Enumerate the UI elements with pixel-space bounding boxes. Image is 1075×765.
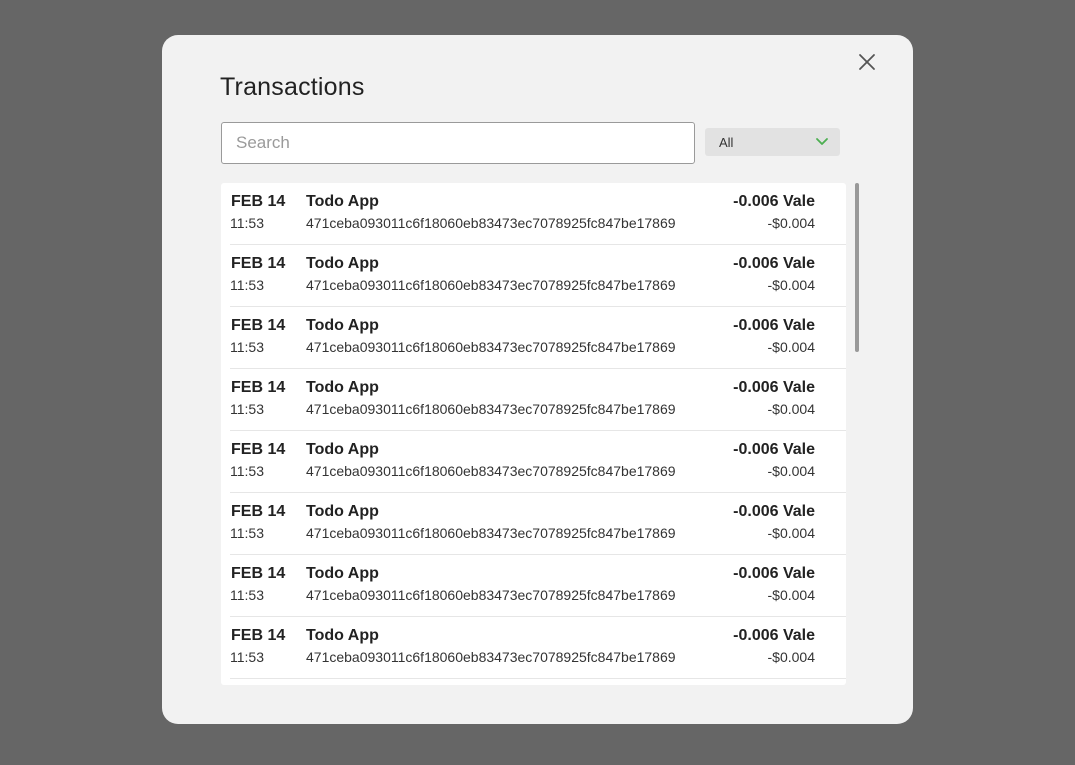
transaction-app-name: Todo App xyxy=(306,317,379,334)
transaction-fiat-amount: -$0.004 xyxy=(767,587,815,603)
transaction-time: 11:53 xyxy=(230,587,264,603)
transaction-app-name: Todo App xyxy=(306,255,379,272)
transaction-hash: 471ceba093011c6f18060eb83473ec7078925fc8… xyxy=(306,525,676,541)
transaction-time: 11:53 xyxy=(230,401,264,417)
transaction-hash: 471ceba093011c6f18060eb83473ec7078925fc8… xyxy=(306,339,676,355)
transaction-row[interactable]: FEB 14 11:53 Todo App 471ceba093011c6f18… xyxy=(230,493,846,555)
transaction-amount: -0.006 Vale xyxy=(733,193,815,210)
transaction-row[interactable]: FEB 14 11:53 Todo App 471ceba093011c6f18… xyxy=(230,183,846,245)
transaction-row[interactable]: FEB 14 11:53 Todo App 471ceba093011c6f18… xyxy=(230,431,846,493)
transaction-row[interactable]: FEB 14 11:53 Todo App 471ceba093011c6f18… xyxy=(230,245,846,307)
transactions-modal: Transactions All FEB 14 11:53 Todo App 4… xyxy=(162,35,913,724)
transaction-fiat-amount: -$0.004 xyxy=(767,649,815,665)
scrollbar[interactable] xyxy=(854,183,860,685)
scrollbar-thumb[interactable] xyxy=(855,183,859,352)
transaction-amount: -0.006 Vale xyxy=(733,565,815,582)
transaction-hash: 471ceba093011c6f18060eb83473ec7078925fc8… xyxy=(306,277,676,293)
transaction-amount: -0.006 Vale xyxy=(733,441,815,458)
transaction-date: FEB 14 xyxy=(231,193,286,210)
transaction-fiat-amount: -$0.004 xyxy=(767,215,815,231)
transaction-row[interactable]: FEB 14 11:53 Todo App 471ceba093011c6f18… xyxy=(230,617,846,679)
transaction-amount: -0.006 Vale xyxy=(733,317,815,334)
transactions-list-inner: FEB 14 11:53 Todo App 471ceba093011c6f18… xyxy=(221,183,846,679)
transaction-row[interactable]: FEB 14 11:53 Todo App 471ceba093011c6f18… xyxy=(230,307,846,369)
transaction-app-name: Todo App xyxy=(306,193,379,210)
transaction-date: FEB 14 xyxy=(231,379,286,396)
filter-selected-value: All xyxy=(719,134,734,150)
transaction-date: FEB 14 xyxy=(231,255,286,272)
transaction-row[interactable]: FEB 14 11:53 Todo App 471ceba093011c6f18… xyxy=(230,555,846,617)
transaction-amount: -0.006 Vale xyxy=(733,255,815,272)
transaction-date: FEB 14 xyxy=(231,627,286,644)
transaction-time: 11:53 xyxy=(230,649,264,665)
transaction-app-name: Todo App xyxy=(306,627,379,644)
transaction-date: FEB 14 xyxy=(231,565,286,582)
transaction-amount: -0.006 Vale xyxy=(733,503,815,520)
transaction-date: FEB 14 xyxy=(231,317,286,334)
search-input[interactable] xyxy=(221,122,695,164)
transaction-hash: 471ceba093011c6f18060eb83473ec7078925fc8… xyxy=(306,587,676,603)
transaction-hash: 471ceba093011c6f18060eb83473ec7078925fc8… xyxy=(306,463,676,479)
close-button[interactable] xyxy=(855,50,879,74)
modal-title: Transactions xyxy=(220,73,365,101)
transaction-fiat-amount: -$0.004 xyxy=(767,339,815,355)
transaction-row[interactable]: FEB 14 11:53 Todo App 471ceba093011c6f18… xyxy=(230,369,846,431)
transaction-hash: 471ceba093011c6f18060eb83473ec7078925fc8… xyxy=(306,401,676,417)
transaction-fiat-amount: -$0.004 xyxy=(767,277,815,293)
transaction-date: FEB 14 xyxy=(231,441,286,458)
transaction-date: FEB 14 xyxy=(231,503,286,520)
transaction-app-name: Todo App xyxy=(306,379,379,396)
transaction-fiat-amount: -$0.004 xyxy=(767,463,815,479)
filter-dropdown[interactable]: All xyxy=(705,128,840,156)
transaction-app-name: Todo App xyxy=(306,441,379,458)
transaction-hash: 471ceba093011c6f18060eb83473ec7078925fc8… xyxy=(306,215,676,231)
chevron-down-icon xyxy=(804,128,840,156)
transaction-time: 11:53 xyxy=(230,215,264,231)
transaction-hash: 471ceba093011c6f18060eb83473ec7078925fc8… xyxy=(306,649,676,665)
transaction-app-name: Todo App xyxy=(306,565,379,582)
transaction-fiat-amount: -$0.004 xyxy=(767,401,815,417)
transaction-time: 11:53 xyxy=(230,463,264,479)
transaction-time: 11:53 xyxy=(230,277,264,293)
transaction-time: 11:53 xyxy=(230,525,264,541)
transactions-list[interactable]: FEB 14 11:53 Todo App 471ceba093011c6f18… xyxy=(221,183,846,685)
transaction-fiat-amount: -$0.004 xyxy=(767,525,815,541)
transaction-amount: -0.006 Vale xyxy=(733,627,815,644)
transaction-amount: -0.006 Vale xyxy=(733,379,815,396)
transaction-app-name: Todo App xyxy=(306,503,379,520)
close-icon xyxy=(859,54,875,70)
transaction-time: 11:53 xyxy=(230,339,264,355)
